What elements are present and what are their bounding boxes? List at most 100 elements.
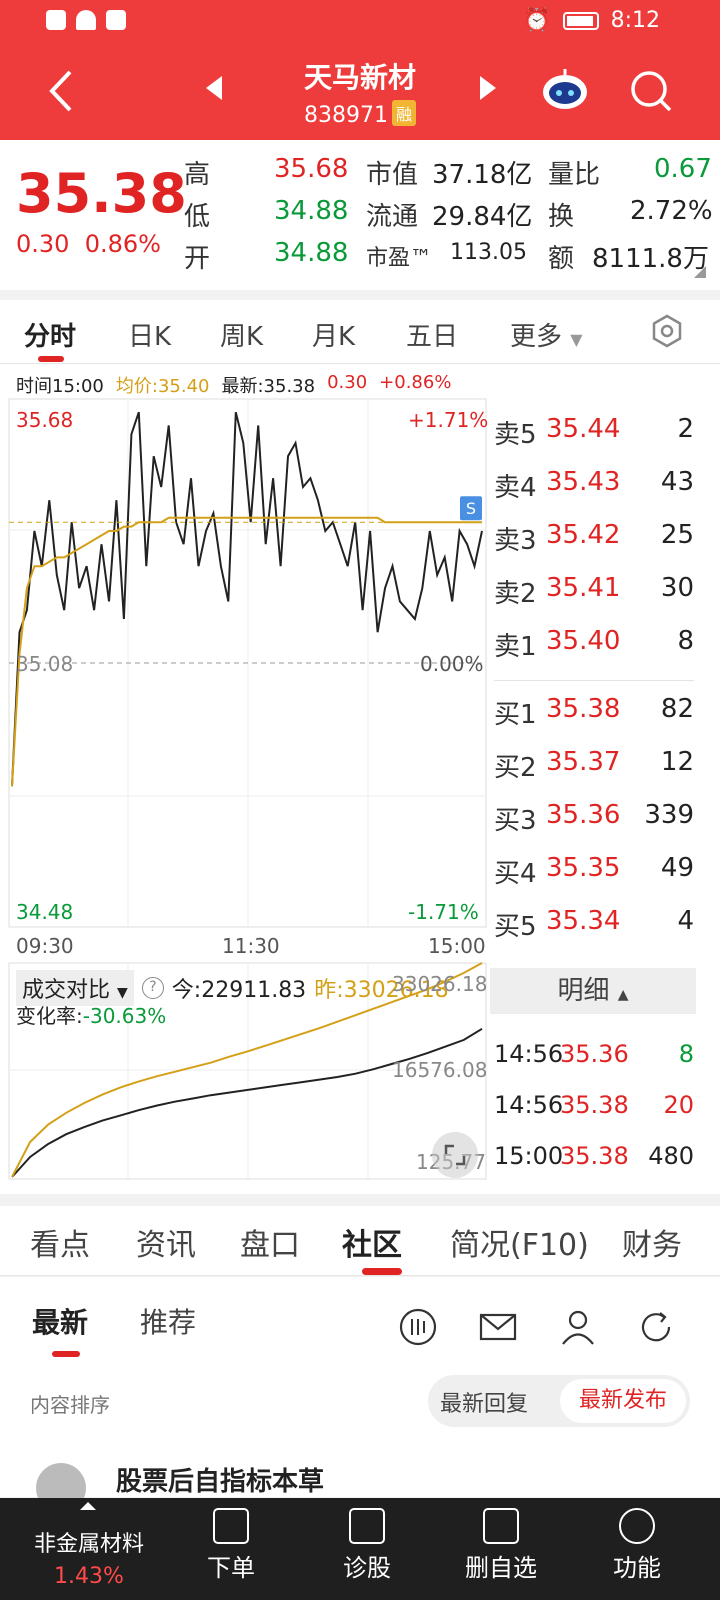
tab-more-label: 更多 xyxy=(510,322,563,352)
mcap-label: 市值 xyxy=(366,160,419,190)
subtab-recommended[interactable]: 推荐 xyxy=(140,1301,196,1341)
volume-ratio-value: 0.67 xyxy=(654,154,712,184)
rate-value: -30.63% xyxy=(82,1004,167,1028)
bid-volume: 49 xyxy=(660,853,694,883)
bid-volume: 4 xyxy=(677,906,694,936)
content-tabs: 看点 资讯 盘口 社区 简况(F10) 财务 xyxy=(0,1206,720,1276)
app-icon xyxy=(106,10,126,30)
turnover-value: 2.72% xyxy=(630,196,713,226)
ask-volume: 43 xyxy=(660,467,694,497)
info-change: 0.30 xyxy=(327,372,368,393)
ask-volume: 30 xyxy=(660,573,694,603)
fullscreen-button[interactable] xyxy=(432,1132,478,1178)
tab-monthly-k[interactable]: 月K xyxy=(312,316,355,353)
order-button[interactable]: 下单 xyxy=(176,1508,286,1583)
bid-row: 买2 35.37 12 xyxy=(494,737,694,789)
community-panel: 最新 推荐 内容排序 最新回复 最新发布 股票后自指标本草 xyxy=(0,1277,720,1513)
diagnose-label: 诊股 xyxy=(343,1554,391,1582)
sort-latest-publish[interactable]: 最新发布 xyxy=(560,1379,686,1423)
tab-finance[interactable]: 财务 xyxy=(622,1220,682,1264)
tick-price: 35.36 xyxy=(560,1040,629,1068)
functions-button[interactable]: 功能 xyxy=(582,1508,692,1583)
pe-value: 113.05 xyxy=(450,240,527,265)
high-label: 高 xyxy=(184,160,211,190)
search-button[interactable] xyxy=(628,68,674,114)
tab-more[interactable]: 更多 ▼ xyxy=(510,316,583,353)
mcap-value: 37.18亿 xyxy=(432,160,533,190)
diagnose-button[interactable]: 诊股 xyxy=(312,1508,422,1583)
robot-assistant-button[interactable] xyxy=(540,66,590,112)
ask-price: 35.41 xyxy=(546,573,621,603)
tab-daily-k[interactable]: 日K xyxy=(128,316,171,353)
xtick-midday: 11:30 xyxy=(222,934,280,958)
detail-label: 明细 xyxy=(557,976,610,1006)
tick-volume: 20 xyxy=(663,1091,694,1119)
compose-icon[interactable] xyxy=(398,1307,438,1347)
sort-latest-reply[interactable]: 最新回复 xyxy=(440,1386,528,1418)
ytick-mid: 35.08 xyxy=(16,652,74,676)
post-title[interactable]: 股票后自指标本草 xyxy=(116,1461,324,1498)
caret-up-icon xyxy=(80,1502,96,1510)
tick-time: 14:56 xyxy=(494,1040,564,1068)
bid-level-label: 买4 xyxy=(494,859,537,889)
sell-marker-label: S xyxy=(466,499,476,518)
ask-level-label: 卖4 xyxy=(494,473,537,503)
ask-level-label: 卖1 xyxy=(494,632,537,662)
float-value: 29.84亿 xyxy=(432,202,533,232)
tab-highlights[interactable]: 看点 xyxy=(30,1220,90,1264)
open-value: 34.88 xyxy=(274,238,349,268)
search-icon xyxy=(631,71,672,112)
tab-community[interactable]: 社区 xyxy=(342,1220,402,1264)
tick-time: 15:00 xyxy=(494,1142,564,1170)
mail-icon[interactable] xyxy=(478,1307,518,1347)
diagnose-icon xyxy=(349,1508,385,1544)
minus-box-icon xyxy=(483,1508,519,1544)
bid-price: 35.37 xyxy=(546,747,621,777)
ask-row: 卖5 35.44 2 xyxy=(494,404,694,456)
chart-tabs: 分时 日K 周K 月K 五日 更多 ▼ xyxy=(0,300,720,364)
open-label: 开 xyxy=(184,244,211,274)
tick-time: 14:56 xyxy=(494,1091,564,1119)
ask-price: 35.44 xyxy=(546,414,621,444)
right-triangle-icon xyxy=(480,76,496,100)
bid-level-label: 买2 xyxy=(494,753,537,783)
info-avg: 均价:35.40 xyxy=(115,376,210,397)
ask-level-label: 卖2 xyxy=(494,579,537,609)
sector-button[interactable]: 非金属材料 1.43% xyxy=(14,1498,164,1600)
ytick-bottom-pct: -1.71% xyxy=(408,900,479,924)
menu-icon xyxy=(619,1508,655,1544)
chevron-down-icon: ▼ xyxy=(117,985,128,1001)
tab-profile[interactable]: 简况(F10) xyxy=(450,1220,589,1264)
chart-area: 时间15:00 均价:35.40 最新:35.38 0.30 +0.86% S … xyxy=(0,364,720,1194)
ytick-mid-pct: 0.00% xyxy=(420,652,484,676)
refresh-icon[interactable] xyxy=(636,1307,676,1347)
tab-intraday[interactable]: 分时 xyxy=(24,316,76,353)
change-value: 0.30 xyxy=(16,230,70,258)
user-icon[interactable] xyxy=(558,1307,598,1347)
tab-orderbook[interactable]: 盘口 xyxy=(240,1220,300,1264)
ask-price: 35.40 xyxy=(546,626,621,656)
remove-watchlist-button[interactable]: 删自选 xyxy=(446,1508,556,1583)
low-value: 34.88 xyxy=(274,196,349,226)
detail-toggle[interactable]: 明细 ▲ xyxy=(490,968,696,1014)
tab-news[interactable]: 资讯 xyxy=(136,1220,196,1264)
ask-row: 卖1 35.40 8 xyxy=(494,616,694,668)
header-bar: ⏰ 8:12 天马新材 838971 融 xyxy=(0,0,720,140)
expand-quote-icon[interactable] xyxy=(694,266,706,278)
subtab-latest[interactable]: 最新 xyxy=(32,1301,88,1341)
intraday-chart[interactable]: S xyxy=(8,398,488,938)
vol-ytick-top: 33026.18 xyxy=(392,972,488,996)
alarm-icon: ⏰ xyxy=(523,8,551,33)
tab-five-day[interactable]: 五日 xyxy=(406,316,458,353)
alert-icon xyxy=(46,10,66,30)
chevron-down-icon: ▼ xyxy=(570,330,583,349)
subtab-indicator xyxy=(52,1351,80,1357)
pe-label: 市盈™ xyxy=(366,246,433,271)
next-stock-button[interactable] xyxy=(480,76,496,100)
help-icon[interactable]: ? xyxy=(141,977,164,999)
tab-weekly-k[interactable]: 周K xyxy=(220,316,263,353)
stock-code-row: 838971 融 xyxy=(0,100,720,128)
info-last: 最新:35.38 xyxy=(221,376,316,397)
bid-volume: 82 xyxy=(660,694,694,724)
chart-settings-button[interactable] xyxy=(650,314,684,348)
